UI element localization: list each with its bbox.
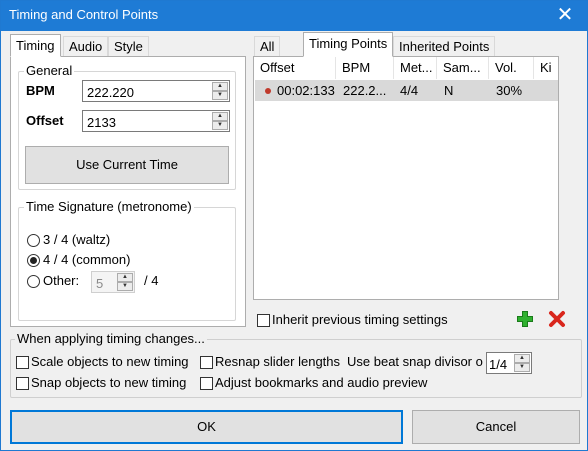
tab-style[interactable]: Style [108,36,149,57]
tab-timing[interactable]: Timing [10,34,61,57]
applying-legend: When applying timing changes... [15,331,207,346]
column-header-bpm[interactable]: BPM [336,57,394,79]
column-header-kiai[interactable]: Ki [534,57,558,79]
resnap-sliders-label: Resnap slider lengths [215,354,341,369]
tab-inherited-points[interactable]: Inherited Points [393,36,496,57]
spin-up-icon[interactable]: ▲ [514,354,530,363]
scale-objects-label: Scale objects to new timing [31,354,189,369]
title-bar: Timing and Control Points ✕ [1,1,587,31]
table-row[interactable]: 00:02:133 222.2... 4/4 N 30% [255,80,558,101]
spin-up-icon[interactable]: ▲ [212,112,228,121]
cancel-button[interactable]: Cancel [412,410,580,444]
offset-input[interactable] [83,111,229,131]
beat-snap-spinner[interactable]: ▲ ▼ [514,354,530,372]
bpm-input[interactable] [83,81,229,101]
spin-down-icon[interactable]: ▼ [212,121,228,130]
column-header-volume[interactable]: Vol. [489,57,534,79]
cell-sample: N [444,83,454,98]
offset-spinner[interactable]: ▲ ▼ [212,112,228,130]
window-title: Timing and Control Points [9,7,159,22]
timing-dialog: Timing and Control Points ✕ Timing Audio… [0,0,588,451]
radio-other-label: Other: [43,273,80,288]
snap-objects-checkbox[interactable] [16,377,29,390]
beat-snap-field[interactable]: ▲ ▼ [486,352,532,374]
tab-audio[interactable]: Audio [63,36,109,57]
radio-common[interactable] [27,254,40,267]
timing-points-table[interactable]: Offset BPM Met... Sam... Vol. Ki 00:02:1… [253,56,559,300]
offset-label: Offset [26,113,64,128]
cell-meter: 4/4 [400,83,419,98]
bpm-spinner[interactable]: ▲ ▼ [212,82,228,100]
cell-offset: 00:02:133 [277,83,335,98]
spin-up-icon[interactable]: ▲ [117,273,133,282]
column-header-offset[interactable]: Offset [254,57,336,79]
time-signature-legend: Time Signature (metronome) [24,199,194,214]
row-marker-icon [265,88,271,94]
bpm-label: BPM [26,83,55,98]
offset-field[interactable]: ▲ ▼ [82,110,230,132]
radio-waltz[interactable] [27,234,40,247]
radio-selected-dot [30,257,37,264]
column-header-meter[interactable]: Met... [394,57,437,79]
radio-other[interactable] [27,275,40,288]
plus-icon[interactable] [516,310,534,328]
inherit-previous-label: Inherit previous timing settings [272,312,448,327]
scale-objects-checkbox[interactable] [16,356,29,369]
cell-volume: 30% [496,83,523,98]
spin-up-icon[interactable]: ▲ [212,82,228,91]
adjust-bookmarks-checkbox[interactable] [200,377,213,390]
tab-all[interactable]: All [254,36,281,57]
resnap-sliders-checkbox[interactable] [200,356,213,369]
radio-common-label: 4 / 4 (common) [43,252,131,267]
cross-icon[interactable] [548,310,566,328]
spin-down-icon[interactable]: ▼ [117,282,133,291]
other-field[interactable]: ▲ ▼ [91,271,135,293]
beat-snap-label: Use beat snap divisor o [347,354,483,369]
other-suffix: / 4 [144,273,159,288]
inherit-previous-checkbox[interactable] [257,314,270,327]
tab-timing-points[interactable]: Timing Points [303,32,394,57]
spin-down-icon[interactable]: ▼ [212,91,228,100]
general-legend: General [24,63,75,78]
spin-down-icon[interactable]: ▼ [514,363,530,372]
bpm-field[interactable]: ▲ ▼ [82,80,230,102]
adjust-bookmarks-label: Adjust bookmarks and audio preview [215,375,428,390]
column-header-sample[interactable]: Sam... [437,57,489,79]
use-current-time-button[interactable]: Use Current Time [25,146,229,184]
close-icon[interactable]: ✕ [543,1,587,31]
snap-objects-label: Snap objects to new timing [31,375,187,390]
cell-bpm: 222.2... [343,83,387,98]
ok-button[interactable]: OK [10,410,403,444]
other-spinner[interactable]: ▲ ▼ [117,273,133,291]
radio-waltz-label: 3 / 4 (waltz) [43,232,111,247]
